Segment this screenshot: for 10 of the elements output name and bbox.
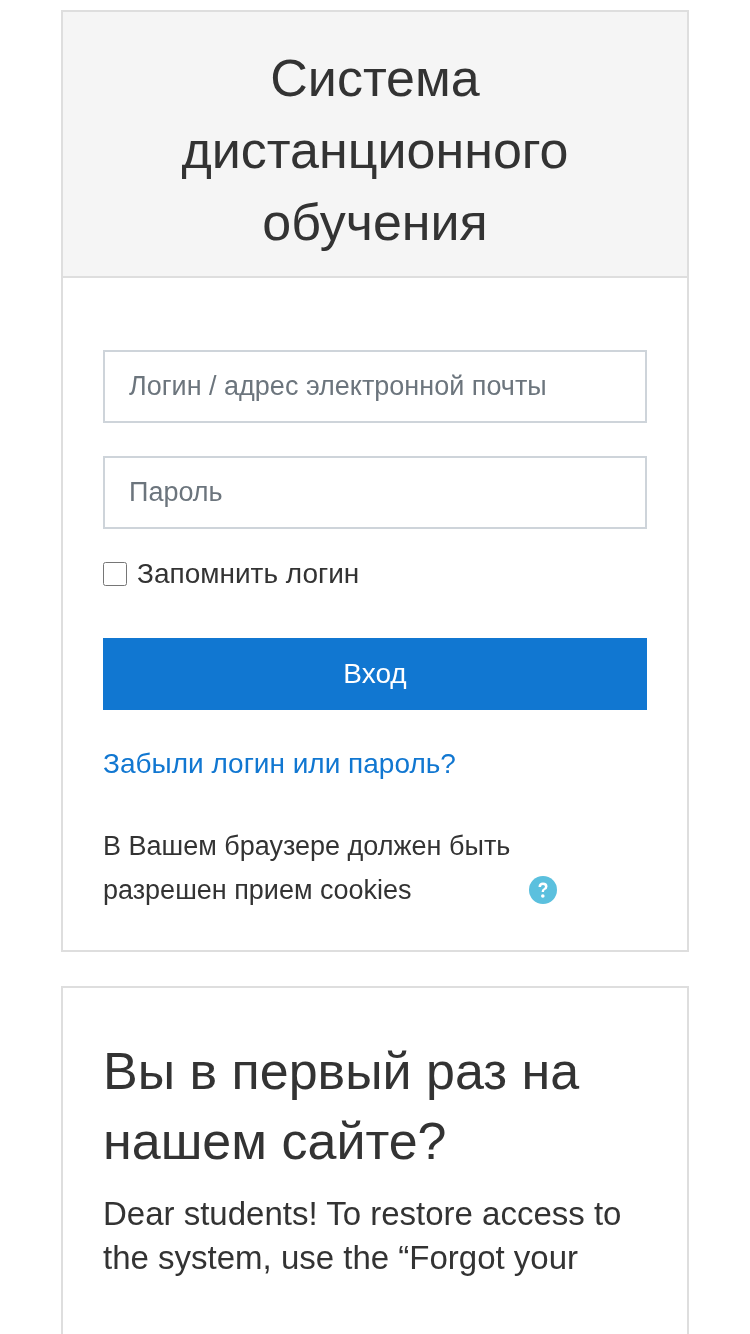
password-field[interactable]: Пароль — [103, 456, 647, 529]
forgot-password-link[interactable]: Забыли логин или пароль? — [103, 748, 456, 780]
site-title: Система дистанционного обучения — [180, 48, 570, 253]
remember-label: Запомнить логин — [137, 558, 360, 590]
cookies-note: В Вашем браузере должен быть разрешен прием cookies — [103, 830, 512, 907]
username-field[interactable]: Логин / адрес электронной почты — [103, 350, 647, 423]
remember-checkbox[interactable] — [103, 562, 127, 586]
info-text: Dear students! To restore access to the system, use the “Forgot your — [103, 1194, 623, 1278]
login-button[interactable]: Вход — [103, 638, 647, 710]
info-heading: Вы в первый раз на нашем сайте? — [103, 1041, 581, 1172]
